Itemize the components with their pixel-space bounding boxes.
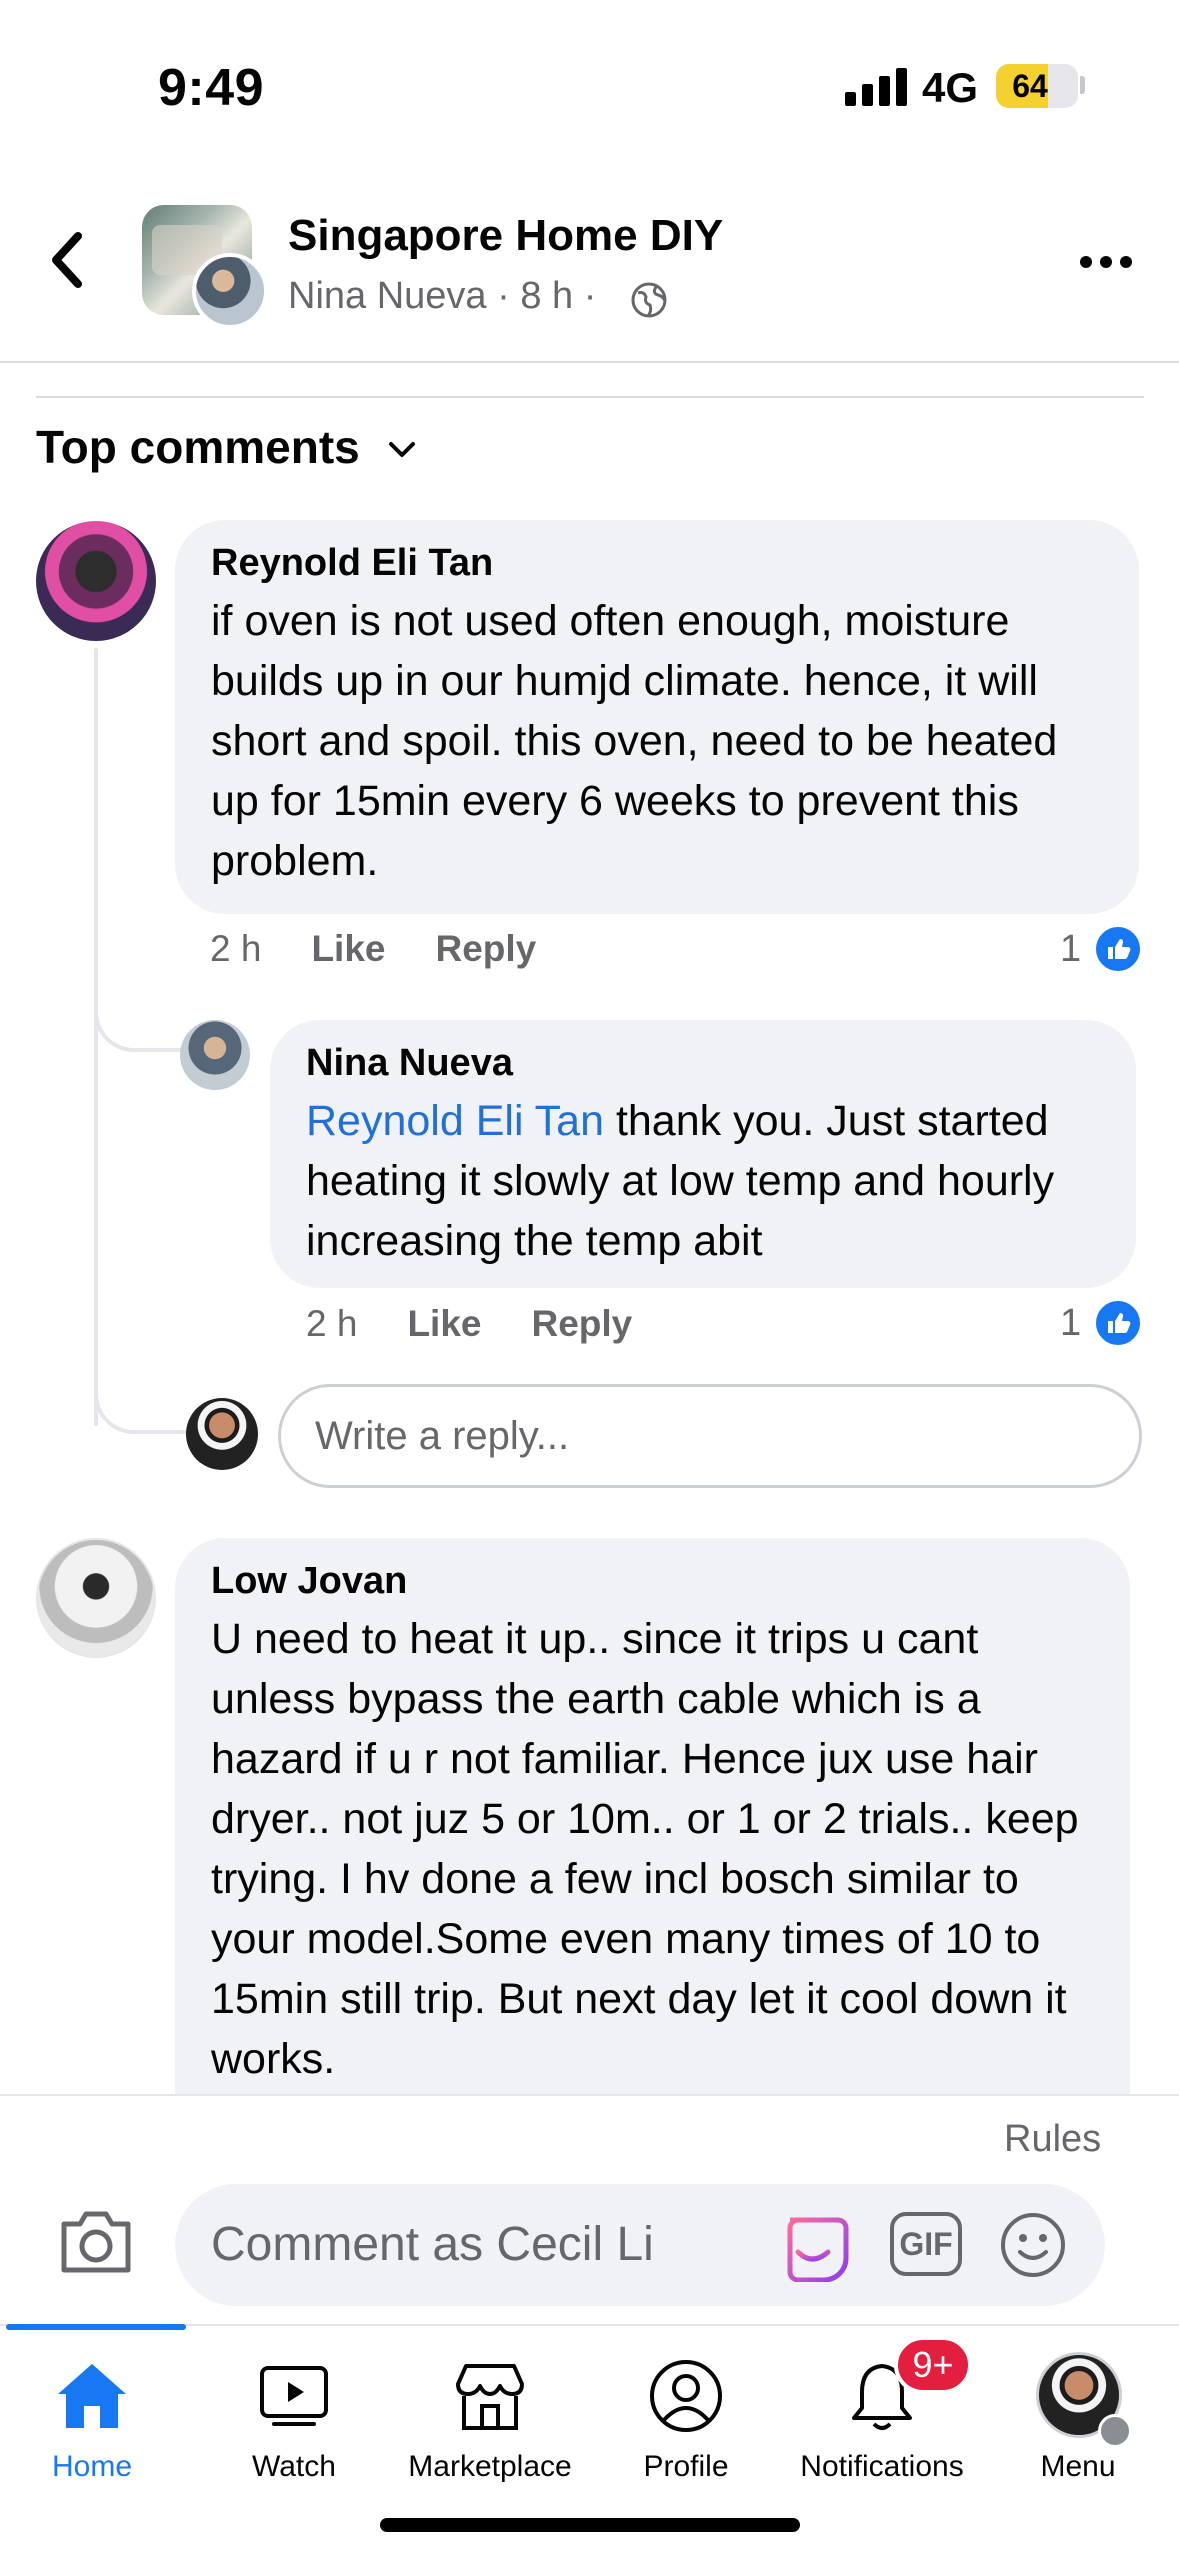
reply-input[interactable]: Write a reply... xyxy=(278,1384,1142,1488)
gif-button[interactable]: GIF xyxy=(890,2212,962,2276)
comment-placeholder: Comment as Cecil Li xyxy=(211,2218,654,2271)
thread-line xyxy=(94,648,98,1426)
author-avatar[interactable] xyxy=(192,253,268,329)
comment-bubble[interactable]: Reynold Eli Tan if oven is not used ofte… xyxy=(175,520,1139,914)
chevron-left-icon xyxy=(52,232,82,288)
comment-bubble[interactable]: Nina Nueva Reynold Eli Tan thank you. Ju… xyxy=(270,1020,1136,1288)
home-indicator[interactable] xyxy=(380,2518,800,2532)
comment-time: 2 h xyxy=(210,928,262,969)
signal-icon xyxy=(845,68,907,106)
back-button[interactable] xyxy=(38,220,98,300)
reaction-count: 1 xyxy=(1060,1301,1082,1344)
comment-actions: 2 h Like Reply xyxy=(306,1303,682,1345)
reaction-summary[interactable]: 1 xyxy=(1060,1298,1144,1348)
emoji-icon[interactable] xyxy=(998,2210,1068,2280)
mention-link[interactable]: Reynold Eli Tan xyxy=(306,1097,604,1145)
comment-text: Reynold Eli Tan thank you. Just started … xyxy=(306,1091,1100,1271)
avatar[interactable] xyxy=(36,1538,156,1658)
tab-notifications[interactable]: 9+ Notifications xyxy=(784,2326,980,2506)
chevron-down-icon[interactable] xyxy=(385,433,419,467)
comment-actions: 2 h Like Reply xyxy=(210,928,586,970)
more-horizontal-icon[interactable] xyxy=(1078,252,1134,272)
thumbs-up-icon xyxy=(1093,1298,1144,1348)
reply-button[interactable]: Reply xyxy=(435,928,536,970)
comment-bubble[interactable]: Low Jovan U need to heat it up.. since i… xyxy=(175,1538,1130,2098)
comment-input[interactable]: Comment as Cecil Li GIF xyxy=(175,2184,1105,2306)
comment-author[interactable]: Low Jovan xyxy=(211,1560,1094,1603)
tab-marketplace[interactable]: Marketplace xyxy=(392,2326,588,2506)
post-meta: Nina Nueva · 8 h · xyxy=(288,275,596,318)
avatar xyxy=(186,1398,258,1470)
group-name[interactable]: Singapore Home DIY xyxy=(288,211,723,261)
menu-icon xyxy=(1098,2414,1132,2448)
comment-author[interactable]: Reynold Eli Tan xyxy=(211,542,1103,585)
thumbs-up-icon xyxy=(1093,924,1144,974)
tab-label: Home xyxy=(51,2450,133,2483)
comment-composer: Rules Comment as Cecil Li GIF xyxy=(0,2094,1179,2324)
rules-link[interactable]: Rules xyxy=(1004,2118,1101,2161)
tab-label: Menu xyxy=(1040,2450,1116,2483)
like-button[interactable]: Like xyxy=(407,1303,481,1345)
thread-connector xyxy=(94,980,184,1052)
tab-label: Profile xyxy=(643,2450,729,2483)
tab-watch[interactable]: Watch xyxy=(196,2326,392,2506)
divider xyxy=(36,396,1144,398)
meta-separator: · xyxy=(497,275,510,317)
post-header: Singapore Home DIY Nina Nueva · 8 h · xyxy=(0,175,1179,363)
meta-separator: · xyxy=(583,275,597,317)
camera-icon[interactable] xyxy=(56,2208,136,2276)
status-bar: 9:49 4G 64 xyxy=(0,0,1179,175)
post-author[interactable]: Nina Nueva xyxy=(288,275,487,317)
battery-level: 64 xyxy=(1012,68,1048,104)
battery-tip xyxy=(1080,76,1085,94)
reaction-count: 1 xyxy=(1060,927,1082,970)
globe-icon xyxy=(631,282,667,318)
like-button[interactable]: Like xyxy=(311,928,385,970)
reply-button[interactable]: Reply xyxy=(531,1303,632,1345)
network-label: 4G xyxy=(922,64,979,111)
comment-text: if oven is not used often enough, moistu… xyxy=(211,597,1058,885)
tab-label: Watch xyxy=(252,2450,336,2483)
reaction-summary[interactable]: 1 xyxy=(1060,924,1144,974)
avatar[interactable] xyxy=(180,1020,250,1090)
comment-text: U need to heat it up.. since it trips u … xyxy=(211,1615,1079,2083)
notification-badge: 9+ xyxy=(894,2336,972,2394)
marketplace-icon xyxy=(456,2364,524,2430)
post-age: 8 h xyxy=(520,275,574,317)
tab-home[interactable]: Home xyxy=(0,2326,190,2506)
tab-label: Marketplace xyxy=(408,2450,572,2483)
thread-connector xyxy=(94,1360,194,1434)
profile-icon xyxy=(650,2360,722,2432)
comment-sort-button[interactable]: Top comments xyxy=(36,420,360,474)
tab-menu[interactable]: Menu xyxy=(980,2326,1176,2506)
home-icon xyxy=(58,2364,126,2428)
comment-time: 2 h xyxy=(306,1303,358,1344)
video-icon xyxy=(260,2366,328,2426)
tab-profile[interactable]: Profile xyxy=(588,2326,784,2506)
battery-icon: 64 xyxy=(996,64,1078,108)
status-time: 9:49 xyxy=(158,59,265,117)
avatar[interactable] xyxy=(36,521,156,641)
comment-author[interactable]: Nina Nueva xyxy=(306,1042,1100,1085)
avatar-sticker-icon[interactable] xyxy=(780,2212,852,2282)
tab-label: Notifications xyxy=(800,2450,964,2483)
